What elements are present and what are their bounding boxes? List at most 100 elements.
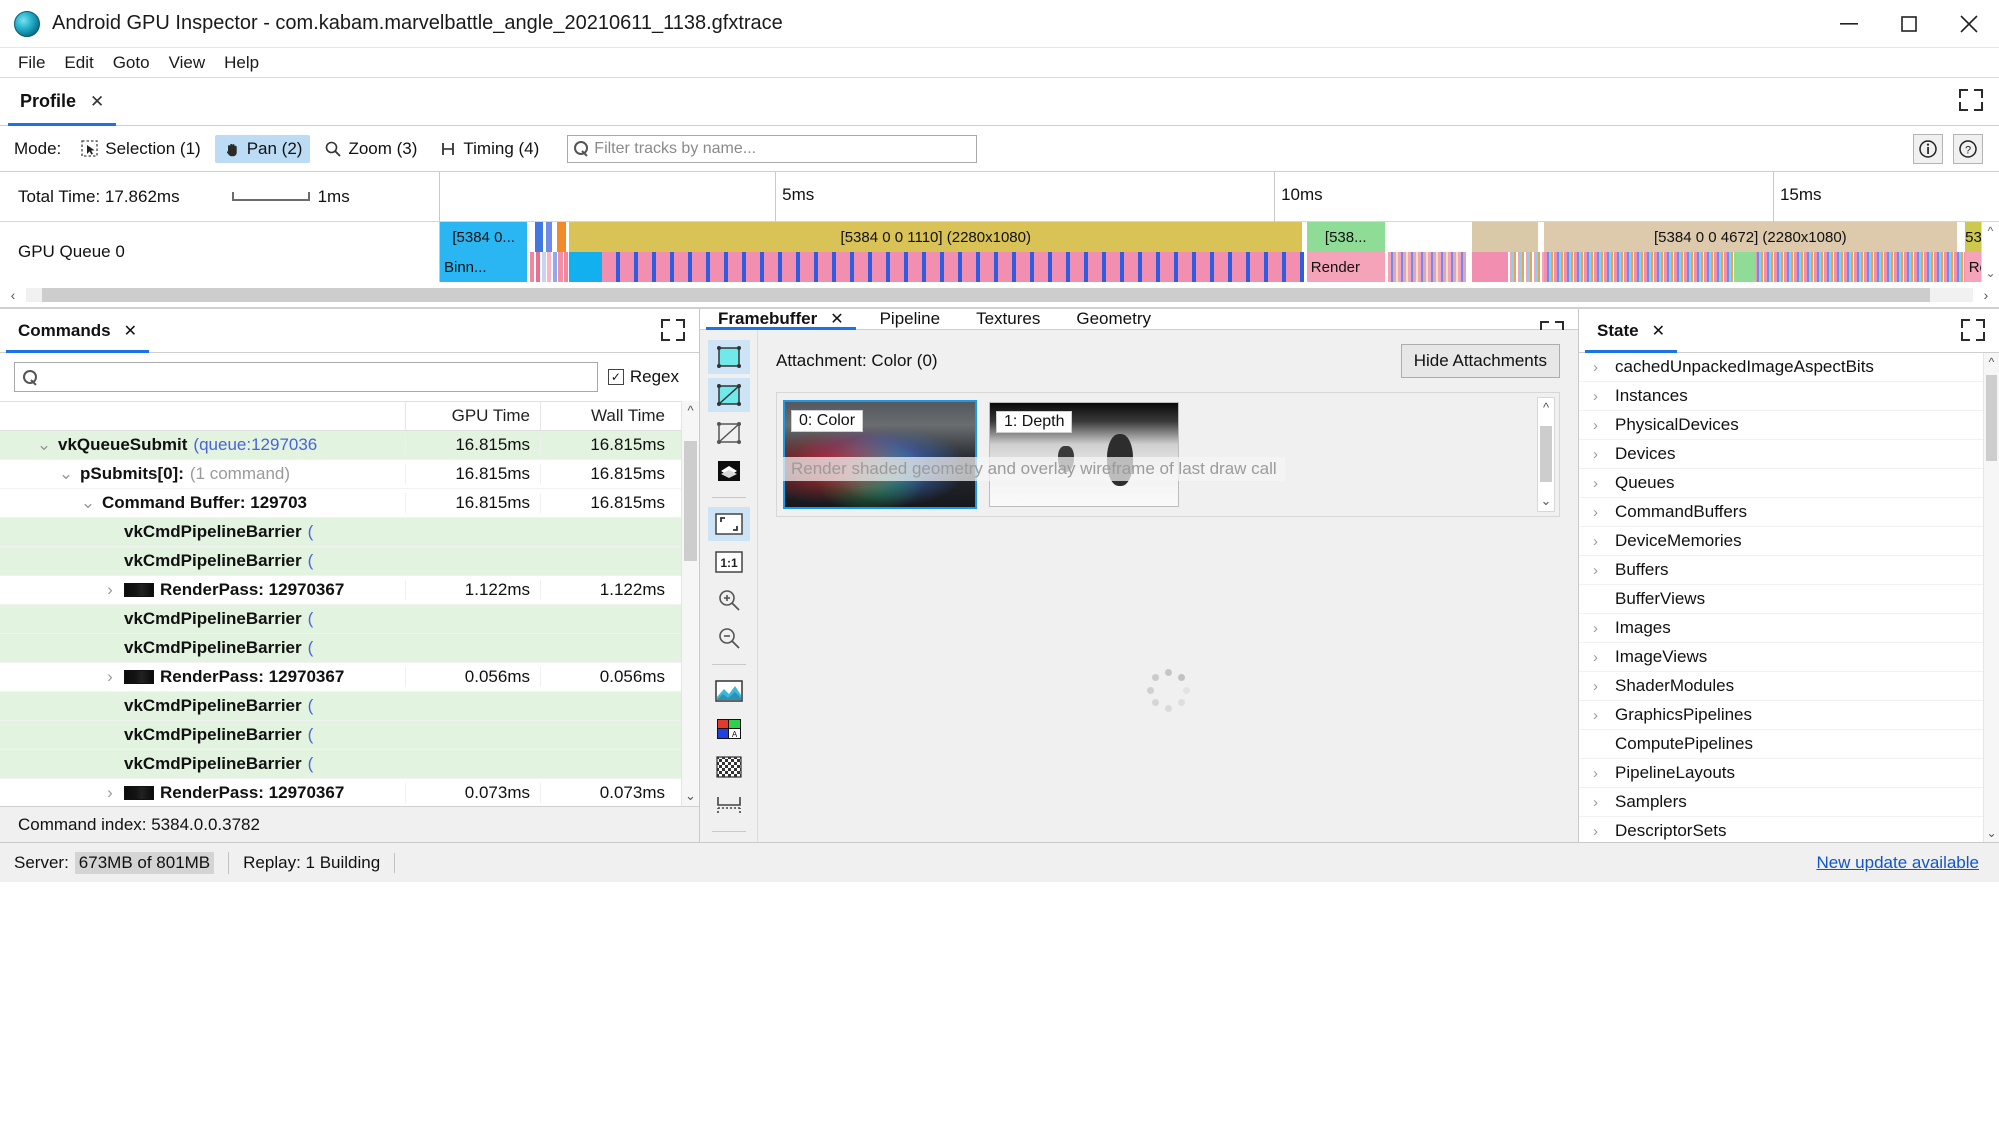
- chevron-right-icon[interactable]: ›: [102, 580, 118, 600]
- table-row[interactable]: › RenderPass: 12970367 0.056ms 0.056ms: [0, 663, 699, 692]
- menu-item-goto[interactable]: Goto: [105, 50, 158, 76]
- render-shaded-wireframe-icon[interactable]: [707, 378, 750, 412]
- timeline-draw-stripes[interactable]: [1387, 252, 1466, 282]
- list-item[interactable]: › Buffers: [1579, 556, 1999, 585]
- list-item[interactable]: › Images: [1579, 614, 1999, 643]
- close-icon[interactable]: ✕: [1652, 321, 1665, 341]
- list-item[interactable]: › GraphicsPipelines: [1579, 701, 1999, 730]
- scrollbar-thumb[interactable]: [41, 287, 1931, 302]
- list-item[interactable]: › DeviceMemories: [1579, 527, 1999, 556]
- chevron-right-icon[interactable]: ›: [1593, 562, 1607, 579]
- list-item[interactable]: › CommandBuffers: [1579, 498, 1999, 527]
- chevron-up-icon[interactable]: ^: [1988, 224, 1994, 238]
- chevron-down-icon[interactable]: ⌄: [1984, 826, 1999, 840]
- chevron-left-icon[interactable]: ‹: [0, 287, 26, 303]
- timeline-draw-stripe[interactable]: [536, 252, 541, 282]
- render-wireframe-icon[interactable]: [708, 416, 750, 450]
- list-item[interactable]: › PipelineLayouts: [1579, 759, 1999, 788]
- render-shaded-icon[interactable]: [707, 340, 750, 374]
- tab-pipeline[interactable]: Pipeline: [862, 309, 959, 329]
- close-icon[interactable]: ✕: [830, 309, 843, 329]
- timeline-ruler[interactable]: 5ms 10ms 15ms: [440, 172, 1999, 247]
- mode-selection-button[interactable]: Selection (1): [73, 135, 208, 163]
- timeline-draw-stripe[interactable]: [569, 252, 603, 282]
- timeline-block[interactable]: [556, 222, 567, 252]
- table-row[interactable]: vkCmdPipelineBarrier (: [0, 721, 699, 750]
- timeline-draw-stripe[interactable]: [530, 252, 535, 282]
- chevron-down-icon[interactable]: ⌄: [36, 435, 52, 455]
- timeline-block[interactable]: [5384 0...: [440, 222, 528, 252]
- tab-textures[interactable]: Textures: [958, 309, 1058, 329]
- chevron-right-icon[interactable]: ›: [102, 667, 118, 687]
- scrollbar-thumb[interactable]: [1540, 426, 1552, 482]
- menu-item-help[interactable]: Help: [216, 50, 267, 76]
- timeline-track-canvas[interactable]: [5384 0... [5384 0 0 1110] (2280x1080) [53…: [440, 222, 1999, 282]
- expand-icon[interactable]: [1959, 89, 1983, 116]
- timeline-block[interactable]: [538...: [1306, 222, 1385, 252]
- chevron-right-icon[interactable]: ›: [1593, 794, 1607, 811]
- attachments-scrollbar[interactable]: ^ ⌄: [1537, 397, 1555, 512]
- timeline-block[interactable]: [546, 222, 553, 252]
- mode-pan-button[interactable]: Pan (2): [214, 134, 311, 163]
- list-item[interactable]: › Devices: [1579, 440, 1999, 469]
- list-item[interactable]: › cachedUnpackedImageAspectBits: [1579, 353, 1999, 382]
- track-filter-input[interactable]: Filter tracks by name...: [567, 134, 978, 163]
- list-item[interactable]: › Samplers: [1579, 788, 1999, 817]
- timeline-draw-stripes[interactable]: [602, 252, 1304, 282]
- maximize-icon[interactable]: [1879, 0, 1939, 48]
- timeline-draw-stripe[interactable]: [547, 252, 552, 282]
- chevron-right-icon[interactable]: ›: [1593, 707, 1607, 724]
- close-icon[interactable]: ✕: [124, 321, 137, 341]
- close-icon[interactable]: ✕: [90, 92, 104, 112]
- chevron-right-icon[interactable]: ›: [1593, 446, 1607, 463]
- chevron-right-icon[interactable]: ›: [1593, 620, 1607, 637]
- chevron-right-icon[interactable]: ›: [1593, 649, 1607, 666]
- timeline-block[interactable]: [535, 222, 543, 252]
- table-row[interactable]: vkCmdPipelineBarrier (: [0, 518, 699, 547]
- chevron-right-icon[interactable]: ›: [1593, 533, 1607, 550]
- scrollbar-trough[interactable]: [26, 287, 1973, 302]
- timeline-vertical-scrollbar[interactable]: ^ ⌄: [1981, 222, 1999, 282]
- render-overdraw-icon[interactable]: [708, 454, 750, 488]
- column-wall-time[interactable]: Wall Time: [540, 402, 675, 430]
- timeline-block[interactable]: [1472, 222, 1538, 252]
- zoom-to-fit-icon[interactable]: [707, 507, 750, 541]
- list-item[interactable]: › Queues: [1579, 469, 1999, 498]
- tab-profile[interactable]: Profile ✕: [0, 78, 124, 126]
- attachment-thumbnail-color[interactable]: 0: Color: [783, 400, 977, 509]
- timeline-block-label[interactable]: Binn...: [440, 252, 528, 282]
- list-item[interactable]: ›BufferViews: [1579, 585, 1999, 614]
- chevron-down-icon[interactable]: ⌄: [80, 493, 96, 513]
- scrollbar-thumb[interactable]: [1986, 375, 1997, 461]
- timeline-block[interactable]: [5384 0 0 4672] (2280x1080): [1543, 222, 1957, 252]
- chevron-right-icon[interactable]: ›: [1593, 475, 1607, 492]
- table-row[interactable]: ⌄ vkQueueSubmit (queue:1297036 16.815ms 16.8…: [0, 431, 699, 460]
- tab-geometry[interactable]: Geometry: [1058, 309, 1169, 329]
- zoom-out-icon[interactable]: [708, 621, 750, 655]
- timeline-draw-stripe[interactable]: [564, 252, 569, 282]
- timeline-draw-stripe[interactable]: [558, 252, 563, 282]
- chevron-right-icon[interactable]: ›: [102, 783, 118, 803]
- flip-vertically-icon[interactable]: [708, 788, 750, 822]
- commands-table[interactable]: GPU Time Wall Time ^ ⌄ vkQueueSubmit (queu…: [0, 401, 699, 806]
- zoom-in-icon[interactable]: [708, 583, 750, 617]
- timeline-block[interactable]: [5384 0 0 1110] (2280x1080): [569, 222, 1303, 252]
- minimize-icon[interactable]: [1819, 0, 1879, 48]
- chevron-right-icon[interactable]: ›: [1593, 678, 1607, 695]
- tab-framebuffer[interactable]: Framebuffer ✕: [700, 309, 862, 330]
- list-item[interactable]: › Instances: [1579, 382, 1999, 411]
- list-item[interactable]: › ShaderModules: [1579, 672, 1999, 701]
- attachment-thumbnail-depth[interactable]: 1: Depth: [989, 402, 1179, 507]
- state-expand-icon[interactable]: [1961, 319, 1985, 341]
- tab-commands[interactable]: Commands ✕: [0, 309, 155, 353]
- menu-item-file[interactable]: File: [10, 50, 53, 76]
- chevron-right-icon[interactable]: ›: [1593, 765, 1607, 782]
- list-item[interactable]: › ImageViews: [1579, 643, 1999, 672]
- timeline-horizontal-scrollbar[interactable]: ‹ ›: [0, 282, 1999, 308]
- chevron-up-icon[interactable]: ^: [1543, 400, 1549, 415]
- chevron-down-icon[interactable]: ⌄: [58, 464, 74, 484]
- zoom-actual-size-icon[interactable]: 1:1: [708, 545, 750, 579]
- table-row[interactable]: vkCmdPipelineBarrier (: [0, 547, 699, 576]
- mode-zoom-button[interactable]: Zoom (3): [316, 135, 425, 163]
- chevron-down-icon[interactable]: ⌄: [682, 788, 699, 804]
